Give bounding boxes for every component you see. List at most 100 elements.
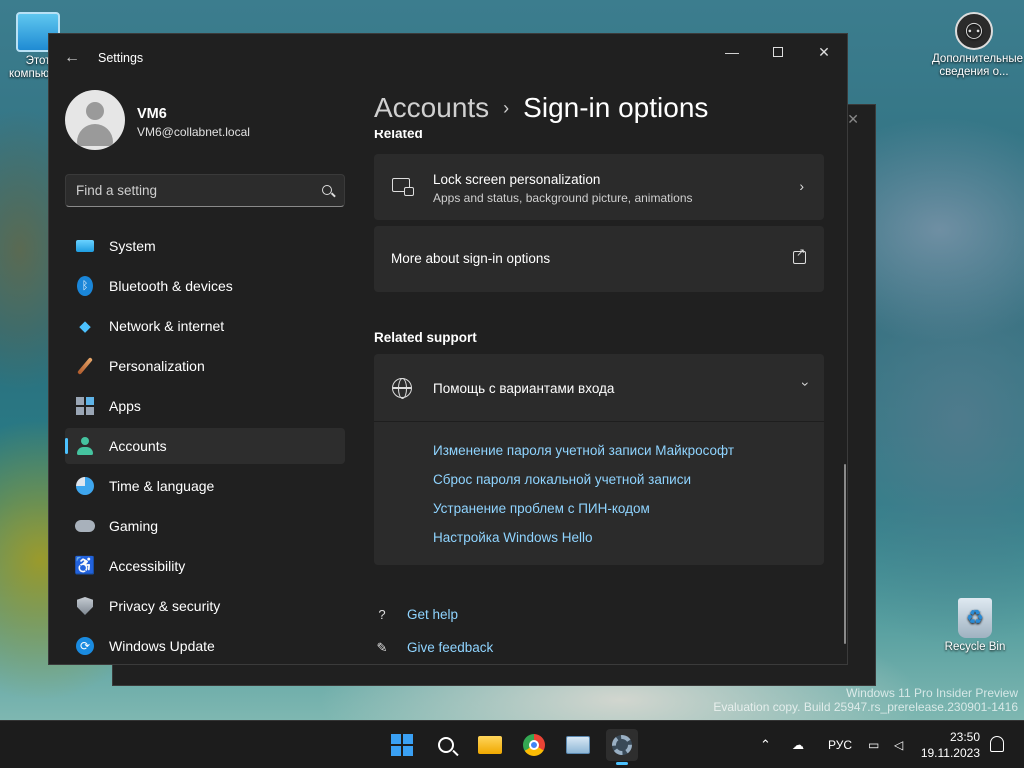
bluetooth-icon: ᛒ <box>75 276 95 296</box>
sidebar-item-label: Apps <box>109 398 141 414</box>
watermark-line-2: Evaluation copy. Build 25947.rs_prerelea… <box>713 700 1018 714</box>
maximize-button[interactable] <box>755 38 801 66</box>
windows-logo-icon <box>391 734 413 756</box>
sidebar-item-label: Accounts <box>109 438 167 454</box>
user-circle-icon: ⚇ <box>955 12 993 50</box>
sidebar-item-apps[interactable]: Apps <box>65 388 345 424</box>
minimize-button[interactable]: — <box>709 38 755 66</box>
taskbar-settings[interactable] <box>606 729 638 765</box>
help-link-change-password[interactable]: Изменение пароля учетной записи Майкросо… <box>433 442 734 459</box>
sidebar-item-windows-update[interactable]: ⟳ Windows Update <box>65 628 345 664</box>
give-feedback-label: Give feedback <box>407 640 494 655</box>
sidebar-item-label: Privacy & security <box>109 598 221 614</box>
sidebar-item-bluetooth[interactable]: ᛒ Bluetooth & devices <box>65 268 345 304</box>
get-help-link[interactable]: ? Get help <box>374 598 493 631</box>
desktop-icon-recycle-bin[interactable]: ♻ Recycle Bin <box>933 598 1017 654</box>
watermark-line-1: Windows 11 Pro Insider Preview <box>846 686 1018 700</box>
sidebar-nav: System ᛒ Bluetooth & devices ◆ Network &… <box>65 228 345 664</box>
sidebar-item-label: Windows Update <box>109 638 215 654</box>
chrome-icon <box>523 734 545 756</box>
avatar-body <box>77 124 113 146</box>
language-indicator[interactable]: РУС <box>828 721 852 768</box>
settings-window: ← Settings — ✕ VM6 VM6@collabnet.local S… <box>48 33 848 665</box>
taskbar-task-manager[interactable] <box>562 729 594 761</box>
clock-globe-icon <box>75 476 95 496</box>
breadcrumb-separator: › <box>503 97 510 118</box>
sidebar-item-label: Network & internet <box>109 318 225 334</box>
sign-in-help-expander: Помощь с вариантами входа ‹ Изменение па… <box>374 354 824 565</box>
card-subtitle: Apps and status, background picture, ani… <box>433 191 693 205</box>
more-about-sign-in-card[interactable]: More about sign-in options <box>374 226 824 292</box>
taskbar-search-button[interactable] <box>430 729 462 761</box>
avatar[interactable] <box>65 90 125 150</box>
recycle-bin-icon: ♻ <box>958 598 992 638</box>
taskbar-file-explorer[interactable] <box>474 729 506 761</box>
help-link-pin-troubleshoot[interactable]: Устранение проблем с ПИН-кодом <box>433 500 734 517</box>
lock-screen-personalization-card[interactable]: Lock screen personalization Apps and sta… <box>374 154 824 220</box>
sidebar-item-label: Time & language <box>109 478 215 494</box>
title-bar[interactable]: ← Settings — ✕ <box>49 34 847 82</box>
chevron-up-icon[interactable]: ‹ <box>796 382 812 387</box>
window-title: Settings <box>98 51 144 65</box>
gear-icon <box>612 735 632 755</box>
sidebar-item-accessibility[interactable]: ♿ Accessibility <box>65 548 345 584</box>
close-button[interactable]: ✕ <box>801 38 847 66</box>
volume-muted-icon[interactable]: ◁ <box>894 721 903 768</box>
external-link-icon <box>793 246 806 264</box>
controller-icon <box>75 516 95 536</box>
taskbar-chrome[interactable] <box>518 729 550 761</box>
help-icon: ? <box>378 607 386 622</box>
main-content: Related Lock screen personalization Apps… <box>374 130 824 664</box>
breadcrumb-parent[interactable]: Accounts <box>374 92 489 124</box>
sidebar-item-system[interactable]: System <box>65 228 345 264</box>
sidebar-item-privacy[interactable]: Privacy & security <box>65 588 345 624</box>
help-title: Помощь с вариантами входа <box>433 381 615 396</box>
sidebar-item-label: Gaming <box>109 518 159 534</box>
tray-overflow-chevron-icon[interactable]: ⌃ <box>760 721 771 768</box>
taskbar: ⌃ ☁ РУС ▭ ◁ 23:50 19.11.2023 <box>0 720 1024 768</box>
feedback-icon: ✎ <box>376 639 388 655</box>
watermark: Windows 11 Pro Insider Preview Evaluatio… <box>713 686 1018 714</box>
task-manager-icon <box>566 736 590 754</box>
give-feedback-link[interactable]: ✎ Give feedback <box>374 631 494 664</box>
wifi-icon: ◆ <box>79 318 91 335</box>
sidebar-item-network[interactable]: ◆ Network & internet <box>65 308 345 344</box>
start-button[interactable] <box>386 729 418 761</box>
page-title: Sign-in options <box>523 92 709 123</box>
sidebar-item-gaming[interactable]: Gaming <box>65 508 345 544</box>
folder-icon <box>478 736 502 754</box>
close-icon[interactable]: ✕ <box>847 111 859 128</box>
network-icon[interactable]: ▭ <box>868 721 879 768</box>
footer-links: ? Get help ✎ Give feedback <box>374 598 494 664</box>
brush-icon <box>75 356 95 376</box>
apps-icon <box>75 396 95 416</box>
back-arrow-icon[interactable]: ← <box>61 48 83 68</box>
card-title: More about sign-in options <box>391 251 551 266</box>
sidebar-item-personalization[interactable]: Personalization <box>65 348 345 384</box>
card-title: Lock screen personalization <box>433 172 601 187</box>
related-section-label: Related <box>374 130 423 141</box>
cloud-offline-icon[interactable]: ☁ <box>792 721 808 768</box>
search-icon[interactable] <box>322 185 332 195</box>
avatar-head <box>86 102 104 120</box>
sidebar-item-label: System <box>109 238 156 254</box>
search-input[interactable] <box>66 175 306 206</box>
clock[interactable]: 23:50 19.11.2023 <box>921 729 980 761</box>
sign-in-help-header[interactable]: Помощь с вариантами входа ‹ <box>374 354 824 422</box>
help-link-windows-hello[interactable]: Настройка Windows Hello <box>433 529 734 546</box>
sidebar-item-accounts[interactable]: Accounts <box>65 428 345 464</box>
sidebar-item-time-language[interactable]: Time & language <box>65 468 345 504</box>
desktop-icon-label: Дополнительные сведения о... <box>932 53 1024 78</box>
notification-bell-icon[interactable] <box>990 736 1004 752</box>
profile-name: VM6 <box>137 106 167 122</box>
sidebar-item-label: Personalization <box>109 358 205 374</box>
related-support-label: Related support <box>374 330 477 345</box>
accessibility-icon: ♿ <box>74 556 96 575</box>
scrollbar[interactable] <box>844 464 846 644</box>
desktop-icon-extra-info[interactable]: ⚇ Дополнительные сведения о... <box>932 12 1024 79</box>
sidebar-item-label: Accessibility <box>109 558 186 574</box>
sidebar-item-label: Bluetooth & devices <box>109 278 233 294</box>
lock-screen-icon <box>392 178 414 196</box>
help-link-reset-password[interactable]: Сброс пароля локальной учетной записи <box>433 471 734 488</box>
search-box[interactable] <box>65 174 345 207</box>
